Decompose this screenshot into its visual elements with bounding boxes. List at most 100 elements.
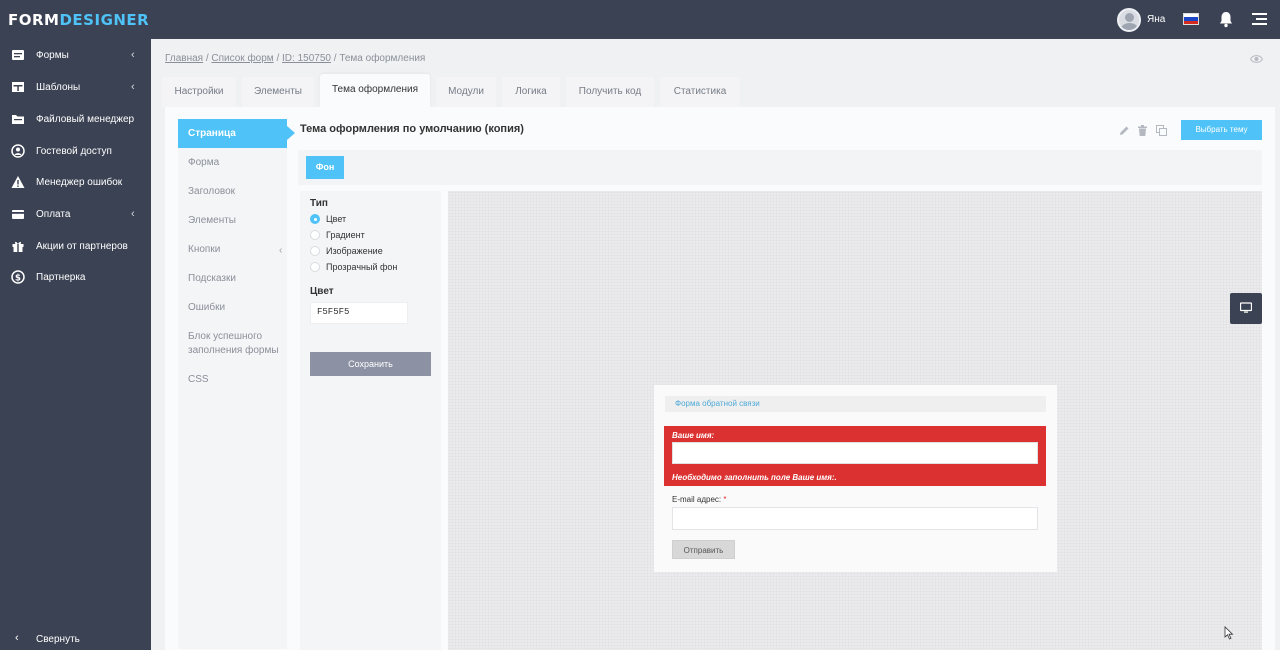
settings-tab-bar: [298, 150, 1262, 185]
radio-button[interactable]: [310, 246, 320, 256]
sidebar-item-label: Гостевой доступ: [36, 146, 112, 157]
subnav-item-elements[interactable]: Элементы: [188, 214, 236, 228]
name-error-message: Необходимо заполнить поле Ваше имя:.: [672, 473, 837, 482]
top-bar: FORMDESIGNER Яна: [0, 0, 1280, 39]
tab-elements[interactable]: Элементы: [242, 77, 314, 107]
tab-get-code[interactable]: Получить код: [566, 77, 654, 107]
tab-theme[interactable]: Тема оформления: [320, 74, 430, 107]
radio-color[interactable]: Цвет: [310, 212, 346, 226]
subnav-item-hints[interactable]: Подсказки: [188, 272, 236, 286]
tab-modules[interactable]: Модули: [436, 77, 496, 107]
name-input[interactable]: [672, 442, 1038, 464]
subnav-item-errors[interactable]: Ошибки: [188, 301, 225, 315]
app-logo[interactable]: FORMDESIGNER: [8, 11, 149, 29]
subnav-item-css[interactable]: CSS: [188, 373, 209, 387]
subnav-item-header[interactable]: Заголовок: [188, 185, 235, 199]
radio-gradient[interactable]: Градиент: [310, 228, 365, 242]
theme-title: Тема оформления по умолчанию (копия): [300, 123, 524, 135]
sidebar-item-label: Шаблоны: [36, 82, 81, 93]
subnav-item-buttons[interactable]: Кнопки: [188, 243, 220, 257]
chevron-left-icon: ‹: [15, 632, 19, 644]
tab-statistics[interactable]: Статистика: [660, 77, 740, 107]
user-name[interactable]: Яна: [1147, 14, 1165, 25]
email-input[interactable]: [672, 507, 1038, 530]
mouse-cursor-icon: [1224, 626, 1234, 640]
avatar[interactable]: [1117, 8, 1141, 32]
dollar-icon: $: [11, 270, 25, 284]
breadcrumb-form-id[interactable]: ID: 150750: [282, 53, 331, 64]
sidebar-item-payment[interactable]: Оплата ‹: [0, 199, 151, 229]
sidebar-item-label: Партнерка: [36, 272, 86, 283]
chevron-left-icon: ‹: [131, 49, 135, 61]
subnav-item-form[interactable]: Форма: [188, 156, 219, 170]
templates-icon: [12, 82, 24, 92]
sidebar-item-partner-promos[interactable]: Акции от партнеров: [0, 231, 151, 261]
subnav-item-page[interactable]: Страница: [178, 119, 295, 148]
radio-button[interactable]: [310, 262, 320, 272]
chevron-left-icon: ‹: [131, 81, 135, 93]
breadcrumb: Главная / Список форм / ID: 150750 / Тем…: [165, 53, 425, 64]
submit-button[interactable]: Отправить: [672, 540, 735, 559]
logo-part-form: FORM: [8, 11, 60, 29]
sidebar-item-templates[interactable]: Шаблоны ‹: [0, 72, 151, 102]
type-label: Тип: [310, 198, 328, 209]
language-flag-icon[interactable]: [1183, 13, 1199, 25]
collapse-label: Свернуть: [36, 634, 80, 645]
email-field-label: E-mail адрес: *: [672, 495, 726, 504]
file-manager-icon: [12, 115, 24, 124]
radio-transparent[interactable]: Прозрачный фон: [310, 260, 397, 274]
sidebar-item-affiliate[interactable]: $ Партнерка: [0, 262, 151, 292]
breadcrumb-forms-list[interactable]: Список форм: [211, 53, 273, 64]
radio-image[interactable]: Изображение: [310, 244, 383, 258]
logo-part-designer: DESIGNER: [59, 11, 150, 29]
bell-icon[interactable]: [1218, 11, 1234, 28]
subnav-item-success-block[interactable]: Блок успешного заполнения формы: [188, 330, 280, 358]
svg-text:$: $: [15, 273, 21, 283]
tab-settings[interactable]: Настройки: [162, 77, 236, 107]
tab-logic[interactable]: Логика: [502, 77, 560, 107]
sidebar: Формы ‹ Шаблоны ‹ Файловый менеджер Гост…: [0, 39, 151, 650]
chevron-left-icon: ‹: [131, 208, 135, 220]
monitor-icon: [1240, 302, 1252, 313]
eye-icon[interactable]: [1250, 54, 1263, 64]
choose-theme-button[interactable]: Выбрать тему: [1181, 120, 1262, 140]
preview-form-title: Форма обратной связи: [665, 396, 1046, 412]
breadcrumb-separator: /: [273, 53, 283, 64]
radio-button[interactable]: [310, 214, 320, 224]
save-button[interactable]: Сохранить: [310, 352, 431, 376]
sidebar-item-label: Акции от партнеров: [36, 241, 128, 252]
tab-background[interactable]: Фон: [306, 156, 344, 179]
sidebar-item-label: Менеджер ошибок: [36, 177, 123, 188]
radio-button[interactable]: [310, 230, 320, 240]
name-field-label: Ваше имя:: [672, 431, 715, 440]
copy-icon[interactable]: [1156, 125, 1167, 136]
trash-icon[interactable]: [1137, 125, 1148, 136]
sidebar-item-file-manager[interactable]: Файловый менеджер: [0, 104, 151, 134]
breadcrumb-home[interactable]: Главная: [165, 53, 203, 64]
warning-icon: [11, 176, 25, 188]
forms-icon: [12, 50, 24, 60]
radio-label: Градиент: [326, 230, 365, 240]
theme-section-nav: Страница Форма Заголовок Элементы Кнопки…: [178, 119, 295, 649]
sidebar-item-forms[interactable]: Формы ‹: [0, 40, 151, 70]
collapse-sidebar-button[interactable]: ‹ Свернуть: [0, 628, 151, 650]
guest-access-icon: [11, 144, 25, 158]
breadcrumb-current: Тема оформления: [339, 53, 426, 64]
color-label: Цвет: [310, 286, 334, 297]
sidebar-item-error-manager[interactable]: Менеджер ошибок: [0, 167, 151, 197]
hamburger-menu-icon[interactable]: [1252, 13, 1267, 26]
gift-icon: [12, 241, 24, 252]
sidebar-item-label: Формы: [36, 50, 69, 61]
sidebar-item-label: Файловый менеджер: [36, 114, 135, 125]
color-input[interactable]: F5F5F5: [310, 302, 408, 324]
sidebar-item-guest-access[interactable]: Гостевой доступ: [0, 136, 151, 166]
required-mark: *: [723, 495, 727, 504]
radio-label: Цвет: [326, 214, 347, 224]
payment-icon: [12, 210, 24, 219]
radio-label: Прозрачный фон: [326, 262, 398, 272]
sidebar-item-label: Оплата: [36, 209, 71, 220]
radio-label: Изображение: [326, 246, 383, 256]
email-label-text: E-mail адрес:: [672, 495, 724, 504]
desktop-preview-button[interactable]: [1230, 293, 1262, 324]
pencil-icon[interactable]: [1119, 125, 1130, 136]
